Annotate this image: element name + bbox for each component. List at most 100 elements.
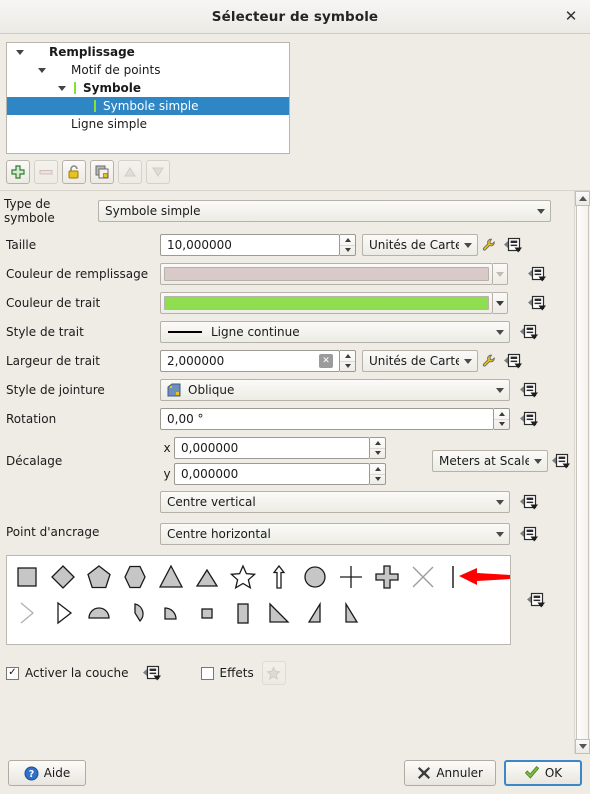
ok-button[interactable]: OK <box>504 760 582 786</box>
shape-data-defined-override-button[interactable] <box>523 591 549 609</box>
shape-third-disc[interactable] <box>117 595 153 631</box>
chevron-down-icon[interactable] <box>55 85 69 91</box>
cancel-button[interactable]: Annuler <box>404 760 496 786</box>
rotation-stepper[interactable] <box>494 408 510 430</box>
enable-layer-data-defined-override-button[interactable] <box>139 664 165 682</box>
anchor-vertical-data-defined-override-button[interactable] <box>516 493 542 511</box>
chevron-down-icon[interactable] <box>491 499 509 505</box>
tree-row-symbole-simple[interactable]: Symbole simple <box>7 97 289 115</box>
offset-y-input[interactable]: 0,000000 <box>174 463 370 485</box>
stroke-width-input[interactable]: 2,000000 ✕ <box>160 350 340 372</box>
shape-x[interactable] <box>405 559 441 595</box>
shape-equilateral-triangle[interactable] <box>189 559 225 595</box>
stroke-width-stepper[interactable] <box>340 350 356 372</box>
shape-star[interactable] <box>225 559 261 595</box>
chevron-down-icon[interactable] <box>459 242 477 248</box>
effects-checkbox[interactable] <box>200 666 214 680</box>
enable-layer-checkbox[interactable]: ✓ <box>6 666 19 680</box>
stroke-color-button[interactable] <box>160 292 493 314</box>
symbol-layer-tree[interactable]: Remplissage Motif de points Symbole Symb… <box>6 42 290 154</box>
tree-row-remplissage[interactable]: Remplissage <box>7 43 289 61</box>
join-style-data-defined-override-button[interactable] <box>516 381 542 399</box>
symbol-type-combo[interactable]: Symbole simple <box>98 200 551 222</box>
stepper-down-icon[interactable] <box>340 360 355 372</box>
shape-left-half-triangle[interactable] <box>333 595 369 631</box>
chevron-down-icon[interactable] <box>491 387 509 393</box>
size-input[interactable]: 10,000000 <box>160 234 340 256</box>
shape-quarter-disc[interactable] <box>153 595 189 631</box>
offset-y-stepper[interactable] <box>370 463 386 485</box>
fill-color-dropdown[interactable] <box>493 263 508 285</box>
scroll-down-button[interactable] <box>575 739 590 754</box>
shape-triangle[interactable] <box>153 559 189 595</box>
chevron-down-icon[interactable] <box>459 358 477 364</box>
shape-diagonal-half-square[interactable] <box>261 595 297 631</box>
size-unit-settings-button[interactable] <box>478 237 500 254</box>
shape-half-square[interactable] <box>225 595 261 631</box>
shape-circle[interactable] <box>297 559 333 595</box>
rotation-data-defined-override-button[interactable] <box>516 410 542 428</box>
help-button[interactable]: ? Aide <box>8 760 86 786</box>
anchor-horizontal-data-defined-override-button[interactable] <box>516 525 542 543</box>
offset-unit-combo[interactable]: Meters at Scale <box>432 450 548 472</box>
shape-line[interactable] <box>441 559 510 595</box>
scrollbar-thumb[interactable] <box>576 206 589 739</box>
shape-arrow[interactable] <box>261 559 297 595</box>
shape-right-half-triangle[interactable] <box>297 595 333 631</box>
effects-settings-button[interactable] <box>261 661 286 685</box>
stroke-width-data-defined-override-button[interactable] <box>500 352 526 370</box>
rotation-input[interactable]: 0,00 ° <box>160 408 494 430</box>
size-unit-combo[interactable]: Unités de Carte <box>362 234 478 256</box>
offset-x-stepper[interactable] <box>370 437 386 459</box>
shape-cross[interactable] <box>333 559 369 595</box>
stroke-width-unit-combo[interactable]: Unités de Carte <box>362 350 478 372</box>
chevron-down-icon[interactable] <box>35 67 49 73</box>
size-data-defined-override-button[interactable] <box>500 236 526 254</box>
move-layer-up-button[interactable] <box>118 160 142 184</box>
shape-cross-fill[interactable] <box>369 559 405 595</box>
stepper-down-icon[interactable] <box>494 418 509 430</box>
shape-hexagon[interactable] <box>117 559 153 595</box>
stepper-up-icon[interactable] <box>370 438 385 448</box>
fill-color-button[interactable] <box>160 263 493 285</box>
offset-x-input[interactable]: 0,000000 <box>174 437 370 459</box>
stepper-down-icon[interactable] <box>370 447 385 459</box>
scroll-up-button[interactable] <box>575 191 590 206</box>
chevron-down-icon[interactable] <box>491 531 509 537</box>
clear-icon[interactable]: ✕ <box>319 354 333 368</box>
size-stepper[interactable] <box>340 234 356 256</box>
shape-pentagon[interactable] <box>81 559 117 595</box>
chevron-down-icon[interactable] <box>13 49 27 55</box>
offset-data-defined-override-button[interactable] <box>548 452 574 470</box>
remove-symbol-layer-button[interactable] <box>34 160 58 184</box>
shape-grid[interactable] <box>6 555 511 645</box>
shape-quarter-square[interactable] <box>189 595 225 631</box>
stepper-down-icon[interactable] <box>340 244 355 256</box>
shape-arrow-head[interactable] <box>9 595 45 631</box>
anchor-vertical-combo[interactable]: Centre vertical <box>160 491 510 513</box>
chevron-down-icon[interactable] <box>491 329 509 335</box>
join-style-combo[interactable]: Oblique <box>160 379 510 401</box>
add-symbol-layer-button[interactable] <box>6 160 30 184</box>
stroke-width-unit-settings-button[interactable] <box>478 353 500 370</box>
close-icon[interactable]: ✕ <box>560 6 582 28</box>
tree-row-ligne-simple[interactable]: Ligne simple <box>7 115 289 133</box>
shape-half-disc[interactable] <box>81 595 117 631</box>
stroke-color-dropdown[interactable] <box>493 292 508 314</box>
lock-layer-colors-button[interactable] <box>62 160 86 184</box>
stepper-up-icon[interactable] <box>340 351 355 361</box>
tree-row-motif-de-points[interactable]: Motif de points <box>7 61 289 79</box>
stepper-up-icon[interactable] <box>370 464 385 474</box>
shape-square[interactable] <box>9 559 45 595</box>
stroke-style-data-defined-override-button[interactable] <box>516 323 542 341</box>
tree-row-symbole[interactable]: Symbole <box>7 79 289 97</box>
stroke-style-combo[interactable]: Ligne continue <box>160 321 510 343</box>
properties-scrollbar[interactable] <box>574 191 590 754</box>
anchor-horizontal-combo[interactable]: Centre horizontal <box>160 523 510 545</box>
fill-color-data-defined-override-button[interactable] <box>524 265 550 283</box>
chevron-down-icon[interactable] <box>529 458 547 464</box>
chevron-down-icon[interactable] <box>532 208 550 214</box>
stepper-up-icon[interactable] <box>494 409 509 419</box>
shape-diamond[interactable] <box>45 559 81 595</box>
stroke-color-data-defined-override-button[interactable] <box>524 294 550 312</box>
